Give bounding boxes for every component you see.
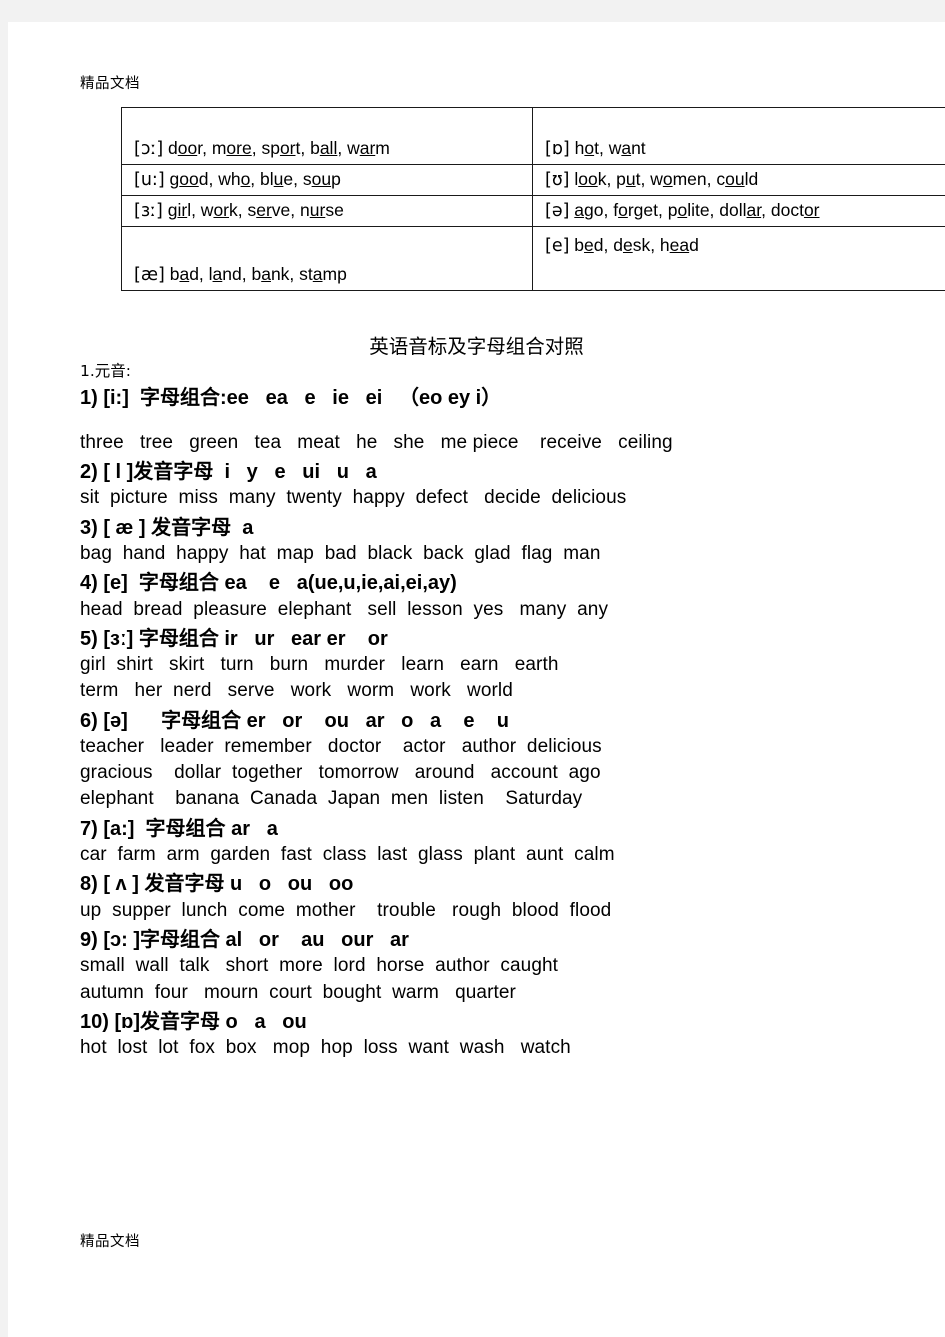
rule-heading-8: 8) [ ʌ ] 发音字母 u o ou oo xyxy=(80,871,920,897)
table-row: [æ] bad, land, bank, stamp [e] bed, desk… xyxy=(121,226,945,291)
table-cell-phoneme-examples: [ɜː] girl, work, serve, nurse xyxy=(121,195,533,227)
rule-heading-10: 10) [ɒ]发音字母 o a ou xyxy=(80,1009,920,1035)
table-row: [ɔː] door, more, sport, ball, warm [ɒ] h… xyxy=(121,107,945,165)
rule-heading-text: 6) [ə] 字母组合 er or ou ar o a e u xyxy=(80,709,509,732)
rule-heading-3: 3) [ æ ] 发音字母 a xyxy=(80,515,920,541)
rule-heading-text: 2) [ l ]发音字母 i y e ui u a xyxy=(80,460,377,483)
phonetic-symbol: [e] xyxy=(545,236,570,256)
rule-heading-text: 4) [e] 字母组合 ea e a(ue,u,ie,ai,ei,ay) xyxy=(80,572,457,595)
rule-heading-text: 5) [ɜː] 字母组合 ir ur ear er or xyxy=(80,627,388,650)
table-cell-phoneme-examples: [e] bed, desk, head xyxy=(532,226,945,291)
document-page: 精品文档 [ɔː] door, more, sport, ball, warm … xyxy=(8,22,945,1337)
content-body: 1.元音: 1) [i:] 字母组合:ee ea e ie ei （eo ey … xyxy=(80,362,920,1061)
header-watermark: 精品文档 xyxy=(80,76,140,92)
rule-heading-text: 3) [ æ ] 发音字母 a xyxy=(80,516,254,539)
phonetic-symbol: [æ] xyxy=(134,265,165,286)
phonetic-symbol: [ɔː] xyxy=(134,139,164,160)
page-title: 英语音标及字母组合对照 xyxy=(369,335,584,358)
table-row: [ɜː] girl, work, serve, nurse [ə] ago, f… xyxy=(121,195,945,227)
footer-watermark: 精品文档 xyxy=(80,1234,140,1250)
table-cell-phoneme-examples: [æ] bad, land, bank, stamp xyxy=(121,226,533,291)
section-heading-vowels: 1.元音: xyxy=(80,362,132,380)
rule-heading-9: 9) [ɔ: ]字母组合 al or au our ar xyxy=(80,927,920,953)
word-list-2: sit picture miss many twenty happy defec… xyxy=(80,487,627,509)
ipa-reference-table: [ɔː] door, more, sport, ball, warm [ɒ] h… xyxy=(121,107,945,291)
phonetic-symbol: [u:] xyxy=(134,169,165,190)
phonetic-symbol: [ɒ] xyxy=(545,139,570,160)
rule-heading-text: 9) [ɔ: ]字母组合 al or au our ar xyxy=(80,928,409,951)
table-cell-phoneme-examples: [ə] ago, forget, polite, dollar, doctor xyxy=(532,195,945,227)
word-list-1: three tree green tea meat he she me piec… xyxy=(80,431,673,453)
table-row: [u:] good, who, blue, soup [ʊ] look, put… xyxy=(121,164,945,196)
phonetic-symbol: [ɜː] xyxy=(134,200,163,221)
rule-heading-7: 7) [a:] 字母组合 ar a xyxy=(80,816,920,842)
word-list-8: up supper lunch come mother trouble roug… xyxy=(80,899,612,921)
table-cell-phoneme-examples: [ɔː] door, more, sport, ball, warm xyxy=(121,107,533,165)
word-list-4: head bread pleasure elephant sell lesson… xyxy=(80,598,609,620)
table-cell-phoneme-examples: [ɒ] hot, want xyxy=(532,107,945,165)
word-list-7: car farm arm garden fast class last glas… xyxy=(80,844,615,866)
rule-heading-text: 7) [a:] 字母组合 ar a xyxy=(80,817,278,840)
word-list-3: bag hand happy hat map bad black back gl… xyxy=(80,542,601,564)
phonetic-symbol: [ʊ] xyxy=(545,169,570,190)
word-list-6: teacher leader remember doctor actor aut… xyxy=(80,736,602,810)
rule-heading-2: 2) [ l ]发音字母 i y e ui u a xyxy=(80,459,920,485)
rule-heading-text: 1) [i:] 字母组合:ee ea e ie ei （eo ey i） xyxy=(80,387,502,410)
rule-heading-text: 8) [ ʌ ] 发音字母 u o ou oo xyxy=(80,873,354,896)
rule-heading-text: 10) [ɒ]发音字母 o a ou xyxy=(80,1010,307,1033)
word-list-5: girl shirt skirt turn burn murder learn … xyxy=(80,654,559,702)
phonetic-symbol: [ə] xyxy=(545,200,570,221)
table-cell-phoneme-examples: [ʊ] look, put, women, could xyxy=(532,164,945,196)
word-list-10: hot lost lot fox box mop hop loss want w… xyxy=(80,1037,571,1059)
word-list-9: small wall talk short more lord horse au… xyxy=(80,955,559,1003)
rule-heading-4: 4) [e] 字母组合 ea e a(ue,u,ie,ai,ei,ay) xyxy=(80,570,920,596)
rule-heading-1: 1) [i:] 字母组合:ee ea e ie ei （eo ey i） xyxy=(80,385,920,411)
table-cell-phoneme-examples: [u:] good, who, blue, soup xyxy=(121,164,533,196)
rule-heading-5: 5) [ɜː] 字母组合 ir ur ear er or xyxy=(80,626,920,652)
rule-heading-6: 6) [ə] 字母组合 er or ou ar o a e u xyxy=(80,708,920,734)
